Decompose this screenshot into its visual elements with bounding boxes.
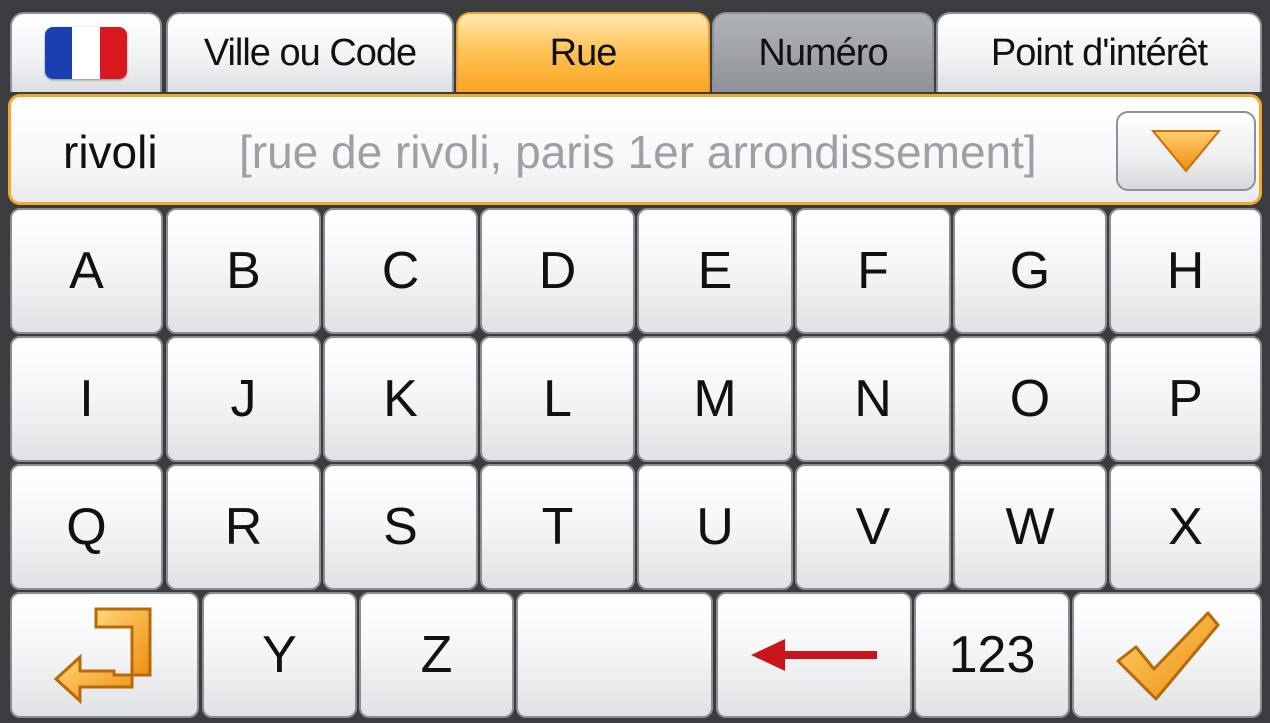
confirm-button[interactable] — [1072, 592, 1262, 718]
france-flag-icon — [45, 27, 127, 79]
key-label: J — [230, 370, 257, 428]
key-x[interactable]: X — [1109, 464, 1262, 590]
key-o[interactable]: O — [953, 336, 1107, 462]
tab-label: Rue — [549, 31, 618, 74]
key-label: 123 — [948, 626, 1036, 684]
tab-country[interactable] — [10, 12, 162, 92]
backspace-arrow-icon — [751, 639, 877, 671]
tab-label: Ville ou Code — [203, 31, 417, 74]
key-label: E — [697, 242, 733, 300]
key-f[interactable]: F — [795, 208, 951, 334]
key-label: S — [383, 498, 418, 556]
tab-numero[interactable]: Numéro — [712, 12, 934, 92]
key-n[interactable]: N — [795, 336, 951, 462]
key-r[interactable]: R — [166, 464, 321, 590]
key-label: L — [543, 370, 572, 428]
key-c[interactable]: C — [323, 208, 478, 334]
tab-label: Numéro — [758, 31, 888, 74]
key-label: K — [383, 370, 418, 428]
key-label: F — [857, 242, 889, 300]
autocomplete-suggestion: [rue de rivoli, paris 1er arrondissement… — [239, 126, 1037, 178]
key-label: G — [1009, 242, 1051, 300]
tab-label: Point d'intérêt — [990, 31, 1208, 74]
tab-rue[interactable]: Rue — [456, 12, 710, 92]
tab-ville-ou-code[interactable]: Ville ou Code — [166, 12, 454, 92]
key-label: M — [693, 370, 737, 428]
key-q[interactable]: Q — [10, 464, 163, 590]
key-label: O — [1009, 370, 1051, 428]
key-u[interactable]: U — [637, 464, 793, 590]
key-label: H — [1166, 242, 1205, 300]
key-e[interactable]: E — [637, 208, 793, 334]
key-v[interactable]: V — [795, 464, 951, 590]
key-m[interactable]: M — [637, 336, 793, 462]
key-a[interactable]: A — [10, 208, 163, 334]
back-arrow-icon — [53, 607, 151, 705]
navigation-keyboard-screen: Ville ou Code Rue Numéro Point d'intérêt… — [0, 0, 1270, 723]
key-y[interactable]: Y — [202, 592, 357, 718]
checkmark-icon — [1116, 611, 1220, 701]
key-s[interactable]: S — [323, 464, 478, 590]
street-search-field[interactable]: rivoli [rue de rivoli, paris 1er arrondi… — [8, 94, 1262, 205]
key-b[interactable]: B — [166, 208, 321, 334]
key-h[interactable]: H — [1109, 208, 1262, 334]
key-label: Z — [420, 626, 453, 684]
tab-point-interet[interactable]: Point d'intérêt — [936, 12, 1262, 92]
key-g[interactable]: G — [953, 208, 1107, 334]
key-w[interactable]: W — [953, 464, 1107, 590]
key-label: N — [854, 370, 892, 428]
numbers-key[interactable]: 123 — [914, 592, 1070, 718]
key-l[interactable]: L — [480, 336, 635, 462]
key-label: I — [79, 370, 94, 428]
key-label: P — [1168, 370, 1203, 428]
key-label: T — [541, 498, 574, 556]
suggestions-dropdown-button[interactable] — [1116, 111, 1256, 191]
key-label: Y — [262, 626, 297, 684]
key-label: U — [696, 498, 734, 556]
back-button[interactable] — [10, 592, 199, 718]
key-j[interactable]: J — [166, 336, 321, 462]
key-label: W — [1005, 498, 1055, 556]
key-label: D — [538, 242, 577, 300]
key-label: R — [224, 498, 263, 556]
space-key[interactable] — [516, 592, 713, 718]
key-d[interactable]: D — [480, 208, 635, 334]
key-k[interactable]: K — [323, 336, 478, 462]
key-t[interactable]: T — [480, 464, 635, 590]
triangle-down-icon — [1150, 130, 1222, 173]
key-label: A — [69, 242, 104, 300]
key-label: B — [226, 242, 261, 300]
key-label: X — [1168, 498, 1203, 556]
key-p[interactable]: P — [1109, 336, 1262, 462]
key-z[interactable]: Z — [359, 592, 514, 718]
backspace-button[interactable] — [716, 592, 912, 718]
typed-text: rivoli — [63, 126, 158, 178]
key-label: Q — [66, 498, 107, 556]
key-label: C — [381, 242, 420, 300]
key-label: V — [855, 498, 891, 556]
key-i[interactable]: I — [10, 336, 163, 462]
